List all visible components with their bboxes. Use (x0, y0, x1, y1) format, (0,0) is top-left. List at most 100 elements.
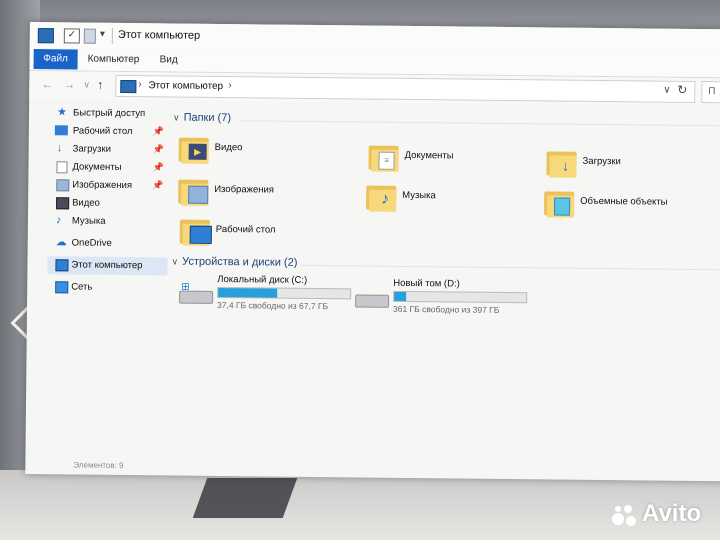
recent-locations-icon[interactable]: ∨ (83, 80, 90, 91)
folder-item-pictures[interactable]: Изображения (178, 174, 338, 212)
folder-label: Документы (404, 149, 454, 162)
computer-icon (37, 28, 54, 44)
drive-usage-bar (393, 290, 528, 304)
music-folder-icon: ♪ (366, 182, 397, 212)
desktop-folder-icon (179, 216, 212, 246)
network-icon (55, 281, 69, 294)
3d-objects-folder-icon (544, 187, 575, 218)
sidebar-item-music[interactable]: ♪ Музыка (48, 212, 166, 231)
title-separator (111, 27, 113, 44)
folder-item-desktop[interactable]: Рабочий стол (179, 214, 340, 252)
sidebar-item-this-pc[interactable]: Этот компьютер (47, 256, 168, 276)
drive-name: Новый том (D:) (393, 277, 460, 290)
star-icon: ★ (56, 106, 67, 119)
drive-usage-bar (217, 286, 352, 300)
chevron-down-icon[interactable]: ∨ (663, 85, 670, 96)
drives-group-header[interactable]: ∨ Устройства и диски (2) (171, 255, 298, 269)
folder-item-documents[interactable]: ≡ Документы (368, 140, 528, 178)
status-bar-item-count: Элементов: 9 (73, 460, 124, 471)
refresh-icon[interactable]: ↻ (677, 83, 687, 97)
sidebar-item-label: OneDrive (71, 237, 112, 249)
drive-item-d[interactable]: Новый том (D:) 361 ГБ свободно из 397 ГБ (355, 277, 530, 319)
drive-name: Локальный диск (C:) (217, 273, 308, 286)
sidebar-item-label: Видео (72, 197, 100, 209)
drive-free-space: 37,4 ГБ свободно из 67,7 ГБ (216, 299, 329, 312)
sidebar-item-videos[interactable]: Видео (48, 194, 166, 213)
tab-file[interactable]: Файл (33, 49, 78, 70)
folder-label: Видео (214, 141, 243, 154)
desktop-icon (54, 125, 68, 136)
search-placeholder: П (708, 86, 716, 98)
pin-icon[interactable]: 📌 (153, 126, 164, 137)
pin-icon[interactable]: 📌 (152, 162, 163, 173)
wallpaper-shape (192, 478, 298, 518)
sidebar-item-network[interactable]: Сеть (47, 278, 165, 297)
drive-usage-fill (394, 291, 407, 301)
file-explorer-window: ✓ ▾ Этот компьютер Файл Компьютер Вид ← … (25, 22, 720, 482)
quick-access-dropdown-icon[interactable]: ▾ (100, 29, 105, 40)
properties-icon[interactable]: ✓ (63, 28, 80, 44)
folder-label: Музыка (402, 189, 436, 202)
windows-drive-icon: ⊞ (179, 282, 214, 304)
documents-folder-icon: ≡ (368, 142, 399, 172)
hard-drive-icon (355, 285, 390, 308)
sidebar-item-onedrive[interactable]: ☁ OneDrive (48, 234, 166, 253)
sidebar-item-label: Сеть (71, 281, 93, 293)
chevron-down-icon[interactable]: ∨ (173, 113, 180, 123)
sidebar-item-label: Загрузки (72, 143, 111, 155)
drive-free-space: 361 ГБ свободно из 397 ГБ (392, 303, 500, 315)
drive-usage-fill (218, 287, 278, 298)
folders-group-title: Папки (7) (183, 111, 232, 125)
sidebar-item-pictures[interactable]: Изображения 📌 (48, 176, 166, 195)
avito-logo-icon (612, 503, 640, 527)
sidebar-item-label: Этот компьютер (71, 259, 143, 272)
pictures-folder-icon (178, 176, 209, 206)
divider (301, 264, 720, 271)
navigation-pane: ★ Быстрый доступ Рабочий стол 📌 ↓ Загруз… (25, 100, 168, 461)
pin-icon[interactable]: 📌 (153, 144, 164, 155)
folder-label: Загрузки (582, 155, 621, 168)
computer-icon (55, 259, 69, 272)
chevron-down-icon[interactable]: ∨ (171, 256, 178, 266)
sidebar-item-label: Рабочий стол (72, 125, 133, 138)
folder-item-3d-objects[interactable]: Объемные объекты (544, 185, 704, 223)
drives-group-title: Устройства и диски (2) (182, 255, 298, 269)
new-folder-icon[interactable] (83, 28, 96, 44)
up-arrow-icon[interactable]: ↑ (97, 78, 103, 92)
folders-group-header[interactable]: ∨ Папки (7) (173, 111, 232, 125)
sidebar-item-label: Быстрый доступ (72, 107, 146, 120)
download-icon: ↓ (56, 142, 63, 155)
address-path[interactable]: Этот компьютер (148, 80, 223, 92)
address-bar[interactable]: › Этот компьютер › ∨ ↻ (115, 74, 696, 103)
sidebar-item-quick-access[interactable]: ★ Быстрый доступ (49, 104, 167, 123)
chevron-right-icon[interactable]: › (228, 80, 231, 91)
downloads-folder-icon: ↓ (546, 147, 577, 178)
back-arrow-icon[interactable]: ← (41, 77, 53, 91)
avito-watermark: Avito (642, 500, 702, 527)
forward-arrow-icon[interactable]: → (63, 77, 75, 91)
folder-label: Объемные объекты (580, 195, 668, 208)
folder-label: Изображения (214, 183, 275, 196)
sidebar-item-label: Музыка (71, 215, 106, 227)
documents-icon (56, 161, 68, 174)
folder-item-downloads[interactable]: ↓ Загрузки (546, 145, 706, 183)
folder-item-music[interactable]: ♪ Музыка (366, 180, 526, 218)
folder-item-videos[interactable]: ▶ Видео (178, 132, 338, 170)
content-pane: ∨ Папки (7) ▶ Видео ≡ Документы ↓ Загрузк… (165, 103, 720, 469)
chevron-right-icon[interactable]: › (138, 79, 141, 90)
pin-icon[interactable]: 📌 (152, 180, 163, 191)
tab-computer[interactable]: Компьютер (88, 54, 140, 66)
divider (240, 120, 720, 127)
sidebar-item-label: Документы (72, 161, 122, 173)
computer-icon (120, 79, 137, 94)
video-icon (56, 197, 70, 210)
sidebar-item-downloads[interactable]: ↓ Загрузки 📌 (49, 140, 167, 159)
drive-item-c[interactable]: ⊞ Локальный диск (C:) 37,4 ГБ свободно и… (179, 274, 354, 316)
search-input[interactable]: П (701, 81, 720, 104)
pictures-icon (56, 179, 70, 192)
sidebar-item-desktop[interactable]: Рабочий стол 📌 (49, 122, 167, 141)
tab-view[interactable]: Вид (160, 54, 178, 65)
sidebar-item-documents[interactable]: Документы 📌 (48, 158, 166, 177)
folder-label: Рабочий стол (215, 223, 276, 236)
sidebar-item-label: Изображения (72, 179, 133, 192)
